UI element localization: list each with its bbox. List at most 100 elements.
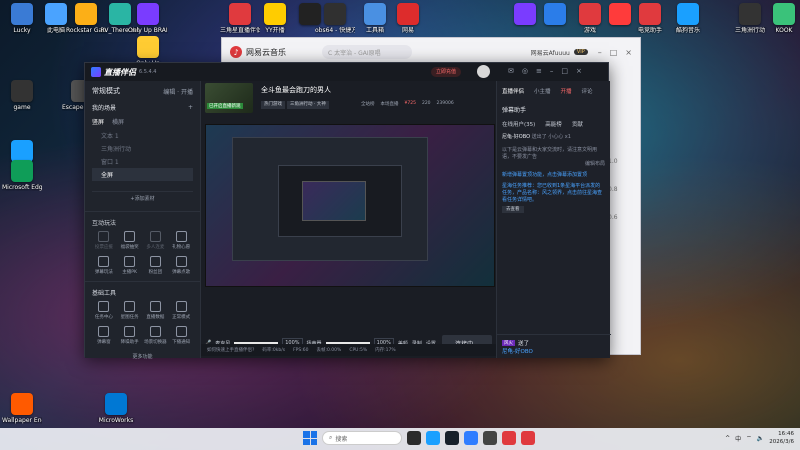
desktop-icon[interactable] [535, 3, 575, 27]
close-icon[interactable]: × [576, 67, 582, 75]
tab-small[interactable]: 小主播 [534, 87, 551, 95]
interaction-item[interactable]: 礼物心愿 [168, 231, 194, 250]
tab-portrait[interactable]: 竖屏 [92, 117, 104, 126]
viewer-count: 220 [421, 101, 431, 106]
room-tag[interactable]: 三角洲行动 · 大神 [287, 101, 329, 109]
music-user[interactable]: 网易云Afuuuu VIP [531, 48, 588, 57]
streaming-app-window[interactable]: 直播伴侣 6.5.4.4 立即充值 ✉ ◎ ≡ – □ × 常规模式 编辑 · … [84, 62, 611, 360]
interaction-item[interactable]: 弹幕点歌 [168, 256, 194, 275]
source-item[interactable]: 三角洲行动 [101, 142, 193, 155]
tool-item[interactable]: 正常模式 [168, 301, 194, 320]
desktop-icon[interactable]: game [2, 80, 42, 111]
network-icon[interactable]: ⌔ [746, 434, 752, 442]
room-title[interactable]: 全斗鱼最会跑刀的男人 [261, 85, 331, 95]
minimize-icon[interactable]: – [598, 48, 602, 57]
live-preview[interactable] [205, 124, 495, 287]
tool-item[interactable]: 下播通知 [168, 326, 194, 345]
tab-live[interactable]: 开播 [561, 87, 572, 95]
menu-icon[interactable]: ≡ [536, 67, 542, 75]
room-cover[interactable]: 已开启直播新观 [205, 83, 253, 113]
task-view-icon[interactable] [407, 431, 421, 445]
rank-link[interactable]: 全站榜 [361, 101, 375, 107]
desktop-icon[interactable]: MicroWorks [96, 393, 136, 424]
room-cover-label: 已开启直播新观 [207, 103, 243, 109]
edit-button[interactable]: 编辑 [163, 89, 175, 96]
session-link[interactable]: 本场直播 [381, 101, 399, 107]
qq-icon[interactable] [426, 431, 440, 445]
tool-item[interactable]: 降噪助手 [117, 326, 143, 345]
mail-icon[interactable]: ✉ [508, 67, 514, 75]
source-item[interactable]: 文本 1 [101, 129, 193, 142]
more-tools-button[interactable]: 更多功能 [85, 353, 200, 360]
stream-app-icon[interactable] [464, 431, 478, 445]
app-icon [677, 3, 699, 25]
help-link[interactable]: 如何快速上手直播伴侣? [207, 347, 254, 353]
source-list: 文本 1 三角洲行动 窗口 1 全屏 [85, 127, 200, 181]
input-language[interactable]: 中 [735, 434, 741, 443]
view-task-button[interactable]: 去查看 [502, 206, 524, 213]
desktop-icon[interactable]: obs64 - 快捷方式 [315, 3, 355, 34]
tab-comments[interactable]: 评论 [582, 87, 593, 95]
headset-icon[interactable]: ◎ [522, 67, 528, 75]
interaction-item[interactable]: 弹幕玩法 [91, 256, 117, 275]
app-icon [11, 140, 33, 162]
obs-icon[interactable] [483, 431, 497, 445]
clock[interactable]: 16:46 2026/3/6 [769, 430, 794, 446]
tool-icon [149, 326, 161, 337]
pin-notice[interactable]: 新增弹幕置顶功能，点击弹幕添加置顶 [502, 172, 605, 179]
steam-icon[interactable] [445, 431, 459, 445]
interaction-item[interactable]: 主播PK [117, 256, 143, 275]
taskbar-search[interactable]: ⌕ 搜索 [322, 431, 402, 445]
add-source-button[interactable]: + 添加素材 [92, 191, 193, 205]
minimize-icon[interactable]: – [550, 67, 554, 75]
interaction-item[interactable]: 粉丝团 [143, 256, 169, 275]
chat-line: 以下是云弹幕和大家交流时，请注意文明用语，不要发广告 [502, 147, 605, 161]
room-tag[interactable]: 热门游戏 [261, 101, 285, 109]
netease-music-icon[interactable] [502, 431, 516, 445]
desktop-icon[interactable]: 网易 [388, 3, 428, 34]
desktop-icon[interactable]: 电竞助手 [630, 3, 670, 34]
close-icon[interactable]: × [625, 48, 632, 57]
tab-high-energy[interactable]: 高能榜 [545, 120, 562, 128]
interaction-item[interactable]: 投票应援 [91, 231, 117, 250]
desktop-icon[interactable]: Wallpaper Engine [2, 393, 42, 424]
source-item[interactable]: 全屏 [92, 168, 193, 181]
desktop-icon[interactable]: KOOK [764, 3, 800, 34]
tool-item[interactable]: 任务中心 [91, 301, 117, 320]
input-hint: 送了 [518, 341, 530, 347]
desktop-icon[interactable]: 酷狗音乐 [668, 3, 708, 34]
app-icon [105, 393, 127, 415]
maximize-icon[interactable]: □ [561, 67, 568, 75]
tray-chevron-icon[interactable]: ^ [725, 435, 730, 442]
desktop-icon[interactable]: 三角星直播伴侣 [220, 3, 260, 34]
chat-input-area[interactable]: 风火 送了 尼龟-好OBO [497, 334, 611, 358]
tool-item[interactable]: 直播数据 [143, 301, 169, 320]
input-user-name[interactable]: 尼龟-好OBO [502, 347, 533, 355]
start-button[interactable]: 开播 [181, 89, 193, 96]
mode-selector[interactable]: 常规模式 [92, 86, 120, 96]
tool-item[interactable]: 星图任务 [117, 301, 143, 320]
recharge-button[interactable]: 立即充值 [431, 67, 462, 77]
douyu-icon[interactable] [521, 431, 535, 445]
desktop-icon-label: obs64 - 快捷方式 [315, 27, 355, 34]
chat-user[interactable]: 尼龟-好OBO [502, 134, 530, 140]
tool-item[interactable]: 场景切换器 [143, 326, 169, 345]
desktop-icon[interactable]: YY开播 [255, 3, 295, 34]
tab-assistant[interactable]: 直播伴侣 [502, 87, 524, 95]
desktop-icon[interactable]: Microsoft Edge [2, 160, 42, 191]
source-item[interactable]: 窗口 1 [101, 155, 193, 168]
edit-layout-button[interactable]: 编辑布局 [502, 161, 605, 168]
interaction-item[interactable]: 多人连麦 [143, 231, 169, 250]
volume-icon[interactable]: 🔈 [757, 435, 764, 442]
tab-landscape[interactable]: 横屏 [112, 117, 124, 126]
avatar[interactable] [477, 65, 490, 78]
windows-start-icon[interactable] [303, 431, 317, 445]
tool-item[interactable]: 弹幕窗 [91, 326, 117, 345]
maximize-icon[interactable]: □ [610, 48, 618, 57]
music-search-input[interactable]: C 太宰治 - GAI原唱 [322, 45, 412, 59]
add-scene-icon[interactable]: + [188, 104, 193, 111]
tab-contribution[interactable]: 贡献 [572, 120, 583, 128]
desktop-icon[interactable]: Only Up BRAINR... [128, 3, 168, 34]
interaction-item[interactable]: 福袋抽奖 [117, 231, 143, 250]
tab-online-users[interactable]: 在线用户(35) [502, 120, 535, 128]
